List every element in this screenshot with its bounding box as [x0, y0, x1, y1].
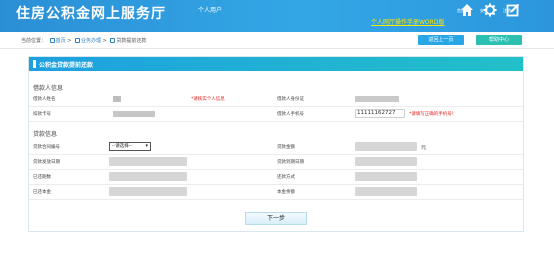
next-step-button[interactable]: 下一步 — [245, 212, 307, 225]
user-type-label: 个人用户 — [198, 7, 223, 14]
breadcrumb-separator: > — [67, 38, 73, 44]
borrower-id-value — [355, 96, 399, 102]
borrower-row-1: 借款人姓名 *请核实个人信息 借款人身份证 — [29, 92, 523, 107]
loan-end-field — [355, 157, 417, 166]
borrower-name-hint: *请核实个人信息 — [191, 97, 225, 102]
phone-hint: *请填写正确的手机号！ — [409, 112, 457, 117]
loan-row-1: 贷款合同编号 --请选择-- ▾ 贷款金额 元 — [29, 140, 523, 155]
title-marker — [33, 60, 36, 68]
loan-contract-select[interactable]: --请选择-- ▾ — [109, 142, 151, 151]
loan-start-field — [109, 157, 187, 166]
repay-method-label: 还款方式 — [277, 175, 295, 180]
repaid-principal-field — [109, 187, 187, 196]
document-small-icon — [110, 38, 116, 43]
settings-label: 安全 — [480, 8, 488, 13]
borrower-section-title: 借款人信息 — [33, 85, 64, 92]
select-value: --请选择-- — [112, 144, 132, 149]
loan-amount-field — [355, 142, 417, 151]
repayment-panel: 公积金贷款提前还款 借款人信息 借款人姓名 *请核实个人信息 借款人身份证 扣款… — [28, 56, 524, 232]
breadcrumb-prefix: 当前位置： — [21, 38, 47, 44]
panel-title-bar: 公积金贷款提前还款 — [29, 57, 523, 71]
borrower-id-label: 借款人身份证 — [277, 97, 304, 102]
business-small-icon — [75, 38, 80, 43]
borrower-row-2: 扣款卡号 借款人手机号 11111162727 *请填写正确的手机号！ — [29, 107, 523, 122]
top-header: 住房公积金网上服务厅 个人用户 个人网厅操作手册WORD版 首页 安全 注销 — [0, 0, 554, 32]
borrower-phone-label: 借款人手机号 — [277, 112, 304, 117]
home-button[interactable]: 首页 — [457, 3, 477, 29]
panel-title: 公积金贷款提前还款 — [39, 62, 94, 69]
settings-button[interactable]: 安全 — [480, 3, 500, 29]
card-number-label: 扣款卡号 — [33, 112, 51, 117]
breadcrumb-home[interactable]: 首页 — [56, 38, 66, 44]
loan-amount-label: 贷款金额 — [277, 145, 295, 150]
back-button[interactable]: 返回上一页 — [418, 35, 464, 45]
logout-button[interactable]: 注销 — [503, 3, 523, 29]
card-number-value — [113, 111, 155, 117]
repaid-terms-field — [109, 172, 187, 181]
breadcrumb-business[interactable]: 业务办理 — [81, 38, 101, 44]
repay-method-field — [355, 172, 417, 181]
loan-contract-label: 贷款合同编号 — [33, 145, 60, 150]
loan-row-3: 已还期数 还款方式 — [29, 170, 523, 185]
manual-download-link[interactable]: 个人网厅操作手册WORD版 — [371, 17, 444, 26]
loan-row-2: 贷款发放日期 贷款到期日期 — [29, 155, 523, 170]
remaining-principal-label: 本金余额 — [277, 190, 295, 195]
site-title: 住房公积金网上服务厅 — [16, 6, 166, 22]
breadcrumb-bar: 当前位置： 首页 > 业务办理 > 贷款提前还款 — [0, 32, 554, 49]
borrower-name-value — [113, 96, 121, 102]
home-label: 首页 — [457, 8, 465, 13]
amount-unit: 元 — [421, 145, 427, 151]
breadcrumb: 当前位置： 首页 > 业务办理 > 贷款提前还款 — [21, 37, 146, 44]
loan-row-4: 已还本金 本金余额 — [29, 185, 523, 200]
breadcrumb-separator: > — [102, 38, 109, 44]
home-small-icon — [49, 38, 55, 43]
phone-value: 11111162727 — [357, 110, 396, 116]
remaining-principal-field — [355, 187, 417, 196]
borrower-name-label: 借款人姓名 — [33, 97, 56, 102]
logout-label: 注销 — [503, 8, 511, 13]
chevron-down-icon: ▾ — [145, 143, 148, 149]
breadcrumb-current: 贷款提前还款 — [116, 38, 147, 44]
repaid-terms-label: 已还期数 — [33, 175, 51, 180]
repaid-principal-label: 已还本金 — [33, 190, 51, 195]
loan-section-title: 贷款信息 — [33, 131, 58, 138]
loan-start-label: 贷款发放日期 — [33, 160, 60, 165]
loan-end-label: 贷款到期日期 — [277, 160, 304, 165]
help-center-button[interactable]: 帮助中心 — [476, 35, 522, 45]
